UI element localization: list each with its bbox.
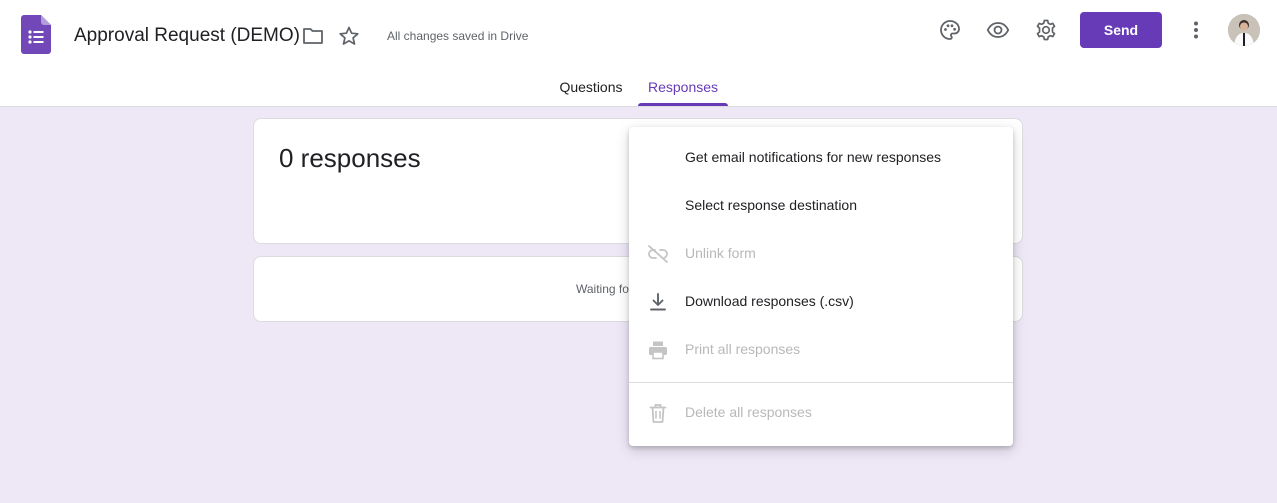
form-tabs: Questions Responses [0, 66, 1277, 106]
menu-item-download-csv[interactable]: Download responses (.csv) [629, 278, 1013, 326]
save-status: All changes saved in Drive [387, 29, 529, 43]
palette-icon [940, 20, 960, 40]
waiting-message: Waiting fo [576, 282, 629, 296]
tab-questions[interactable]: Questions [548, 66, 634, 106]
menu-item-label: Select response destination [685, 197, 857, 213]
gear-icon [1036, 19, 1056, 41]
responses-count: 0 responses [279, 143, 421, 173]
responses-options-menu: Get email notifications for new response… [629, 127, 1013, 446]
menu-item-unlink-form: Unlink form [629, 230, 1013, 278]
avatar-image [1228, 14, 1260, 46]
forms-app-icon[interactable] [21, 15, 51, 54]
eye-icon [986, 22, 1010, 38]
unlink-icon [648, 245, 668, 263]
tab-responses[interactable]: Responses [638, 66, 728, 106]
top-bar: Approval Request (DEMO) All changes save… [0, 0, 1277, 107]
folder-icon[interactable] [301, 24, 325, 48]
more-vert-icon [1194, 21, 1198, 39]
menu-item-select-destination[interactable]: Select response destination [629, 182, 1013, 230]
menu-item-delete-all: Delete all responses [629, 389, 1013, 437]
settings-button[interactable] [1026, 10, 1066, 50]
active-tab-indicator [638, 103, 728, 106]
document-title[interactable]: Approval Request (DEMO) [74, 25, 300, 47]
preview-button[interactable] [978, 10, 1018, 50]
menu-item-email-notifications[interactable]: Get email notifications for new response… [629, 134, 1013, 182]
send-button[interactable]: Send [1080, 12, 1162, 48]
more-options-button[interactable] [1176, 10, 1216, 50]
customize-theme-button[interactable] [930, 10, 970, 50]
menu-item-label: Unlink form [685, 245, 756, 261]
avatar[interactable] [1228, 14, 1260, 46]
menu-item-label: Delete all responses [685, 404, 812, 420]
download-icon [650, 293, 666, 311]
star-icon[interactable] [337, 24, 361, 48]
menu-item-label: Get email notifications for new response… [685, 149, 942, 165]
menu-item-label: Download responses (.csv) [685, 293, 854, 309]
menu-divider [629, 382, 1013, 383]
menu-item-print-all: Print all responses [629, 326, 1013, 374]
trash-icon [649, 404, 667, 423]
menu-item-label: Print all responses [685, 341, 801, 357]
print-icon [649, 341, 667, 360]
